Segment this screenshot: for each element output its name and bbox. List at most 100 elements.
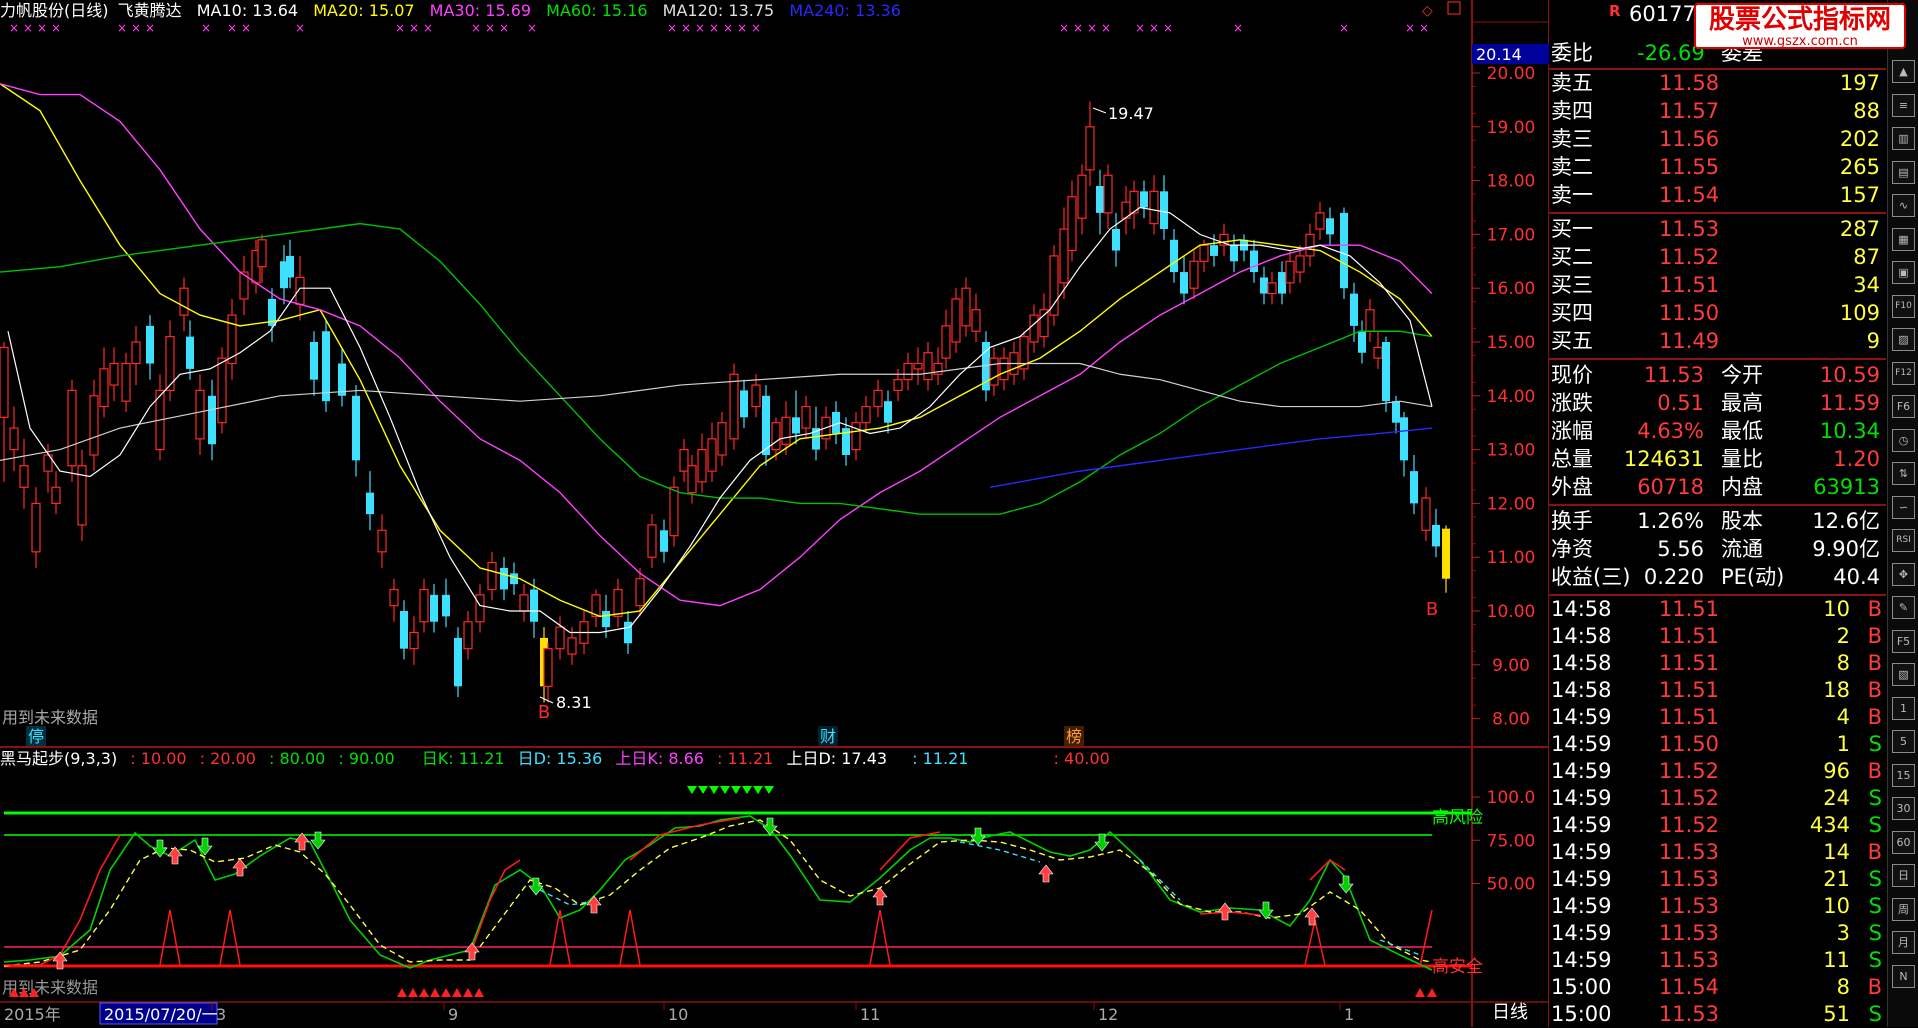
min15-icon[interactable]: 15 — [1892, 763, 1915, 787]
candle-body — [602, 611, 610, 628]
order-book-mid-divider — [1549, 212, 1886, 214]
sell-level-label: 卖三 — [1551, 127, 1593, 151]
signal-cross: × — [723, 21, 733, 35]
candle-body — [1278, 272, 1286, 294]
candle-body-up — [519, 594, 529, 612]
sell-level-label: 卖二 — [1551, 155, 1593, 179]
candle-body-up — [1267, 282, 1277, 295]
stock-title: 力帆股份(日线) — [0, 1, 109, 20]
candle-body-up — [1315, 212, 1325, 230]
sell-price: 11.56 — [1659, 127, 1720, 151]
fund-label-right: 股本 — [1721, 509, 1763, 533]
candle-body-up — [109, 362, 119, 386]
signal-cross: × — [1233, 21, 1243, 35]
candle-body-up — [913, 362, 923, 370]
candle-body-up — [295, 276, 305, 305]
move-icon[interactable]: ✥ — [1892, 562, 1915, 586]
tick-row: 15:00 11.53 51 S — [1549, 1001, 1886, 1028]
signal-cross: × — [395, 21, 405, 35]
candle-body — [1432, 524, 1440, 547]
tick-time: 14:59 — [1551, 921, 1612, 945]
signal-cross: × — [23, 21, 33, 35]
buy-price: 11.53 — [1659, 217, 1720, 241]
chart-icon[interactable]: ▨ — [1892, 328, 1915, 351]
min5-icon[interactable]: 5 — [1892, 730, 1915, 753]
candle-body-up — [543, 648, 553, 687]
tick-price: 11.53 — [1658, 840, 1719, 864]
clock-icon[interactable]: ◷ — [1892, 428, 1915, 452]
table-icon[interactable]: ▣ — [1892, 261, 1915, 284]
period-label: 日线 — [1492, 1002, 1528, 1023]
signal-cross: × — [499, 21, 509, 35]
right-toolbar: ▲ ≡ ▥ ▤ ∿ ▦ ▣ F10 ▨ F12 F6 ◷ ⇅ ∽ RSI ✥ ✎ F5 ▧ 1 5 15 30 60 日周月 N — [1887, 0, 1918, 1027]
candle-body — [1442, 528, 1450, 579]
candle-body-up — [873, 389, 883, 408]
tick-time: 14:59 — [1551, 948, 1612, 972]
tick-time: 14:59 — [1551, 813, 1612, 837]
candle-body-up — [751, 384, 761, 408]
signal-cross: × — [527, 21, 537, 35]
month-icon[interactable]: 月 — [1892, 931, 1915, 954]
month-label: 9 — [448, 1005, 458, 1024]
candle-body-up — [989, 357, 999, 386]
image-icon[interactable]: ▧ — [1892, 663, 1915, 686]
month-label: 10 — [668, 1005, 688, 1024]
day-icon[interactable]: 日 — [1892, 864, 1915, 887]
candle-body-up — [89, 395, 99, 456]
candle-body — [454, 637, 462, 687]
grid-icon[interactable]: ▦ — [1892, 227, 1915, 251]
f6-icon[interactable]: F6 — [1892, 395, 1915, 418]
sub-indicator-title[interactable]: 黑马起步(9,3,3) — [0, 749, 117, 768]
buy-level-label: 买一 — [1551, 217, 1593, 241]
week-icon[interactable]: 周 — [1892, 897, 1915, 921]
candle-body-up — [195, 389, 205, 440]
pen-icon[interactable]: ✎ — [1892, 596, 1915, 619]
buy-volume: 109 — [1839, 301, 1880, 325]
candle-body-up — [861, 405, 871, 424]
signal-icon[interactable]: ∽ — [1892, 495, 1915, 519]
candle-icon[interactable]: ▤ — [1892, 160, 1915, 184]
compare-icon[interactable]: ⇅ — [1892, 462, 1915, 485]
tick-row: 14:59 11.53 21 S — [1549, 866, 1886, 893]
rsi-icon[interactable]: RSI — [1892, 529, 1915, 552]
site-logo: 股票公式指标网 www.gszx.com.cn — [1694, 3, 1906, 49]
list-icon[interactable]: ≡ — [1892, 93, 1915, 117]
event-tag: 停 — [28, 727, 44, 746]
signal-cross: × — [227, 21, 237, 35]
tick-volume: 11 — [1823, 948, 1850, 972]
min30-icon[interactable]: 30 — [1892, 797, 1915, 820]
f10-icon[interactable]: F10 — [1892, 294, 1915, 318]
signal-cross: × — [1405, 21, 1415, 35]
candle-body — [310, 342, 318, 380]
signal-cross: × — [1087, 21, 1097, 35]
quote-stat-row: 涨幅 4.63% 最低 10.34 — [1549, 418, 1886, 445]
min1-icon[interactable]: 1 — [1892, 696, 1915, 720]
fund-value-left: 5.56 — [1657, 537, 1704, 561]
tick-volume: 96 — [1823, 759, 1850, 783]
up-arrow-icon[interactable]: ▲ — [1892, 60, 1915, 83]
candle-body — [660, 530, 668, 552]
sub-axis-label: 50.00 — [1487, 875, 1536, 895]
tick-side: B — [1867, 705, 1882, 729]
buy-price: 11.50 — [1659, 301, 1720, 325]
fund-label-right: PE(动) — [1721, 565, 1785, 589]
tick-time: 14:59 — [1551, 840, 1612, 864]
stat-value-left: 4.63% — [1637, 419, 1704, 443]
f12-icon[interactable]: F12 — [1892, 361, 1915, 385]
candle-body-up — [1077, 174, 1087, 219]
f5-icon[interactable]: F5 — [1892, 629, 1915, 653]
candle-body-up — [679, 449, 689, 472]
kline-chart-area[interactable]: 20.0019.0018.0017.0016.0015.0014.0013.00… — [0, 0, 1549, 1027]
line-icon[interactable]: ∿ — [1892, 194, 1915, 217]
signal-cross: × — [471, 21, 481, 35]
min60-icon[interactable]: 60 — [1892, 830, 1915, 854]
quarter-icon[interactable]: N — [1892, 964, 1915, 988]
candle-body — [1358, 331, 1366, 353]
signal-cross: × — [51, 21, 61, 35]
tick-time: 14:58 — [1551, 678, 1612, 702]
tick-side: B — [1867, 624, 1882, 648]
stat-value-left: 60718 — [1637, 475, 1704, 499]
bar-icon[interactable]: ▥ — [1892, 127, 1915, 150]
tick-price: 11.53 — [1658, 921, 1719, 945]
main-chart-header: 力帆股份(日线) 飞黄腾达 MA10: 13.64 MA20: 15.07 MA… — [0, 0, 911, 22]
